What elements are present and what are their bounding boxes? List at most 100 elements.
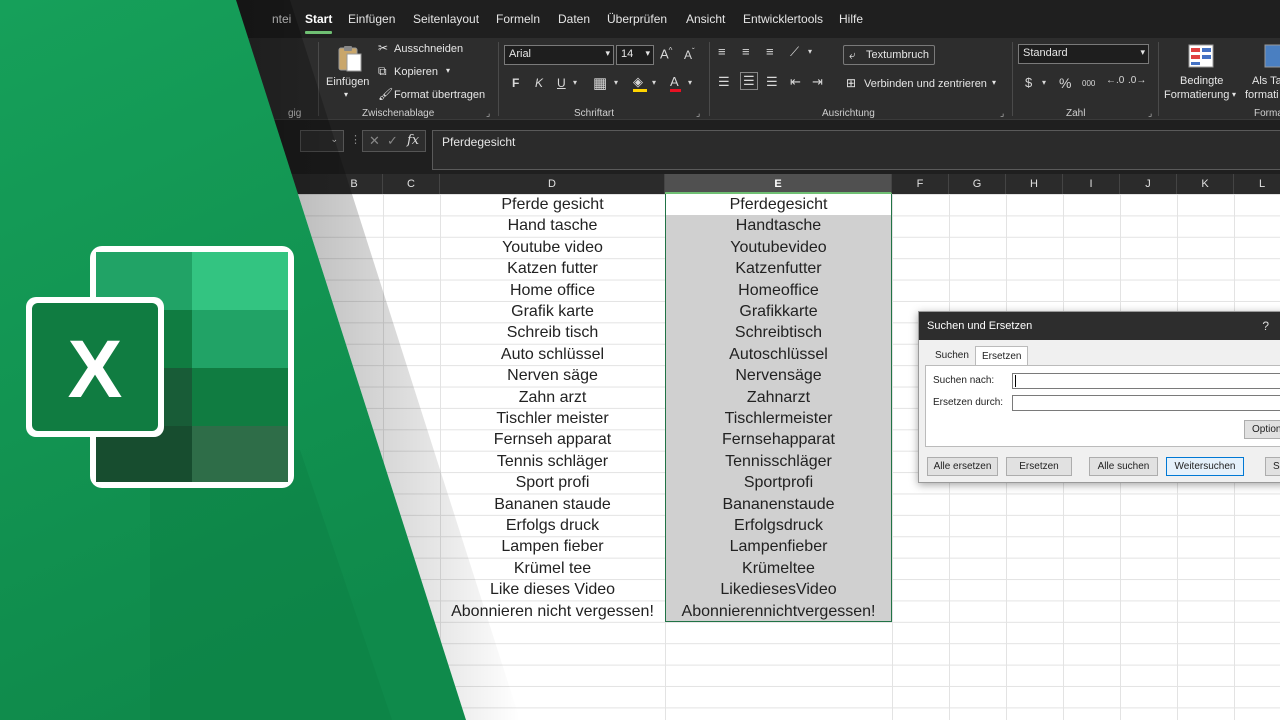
- cell-d[interactable]: Erfolgs druck: [440, 515, 665, 536]
- cell-d[interactable]: Tischler meister: [440, 408, 665, 429]
- increase-font-icon[interactable]: A^: [660, 46, 672, 61]
- tab-hilfe[interactable]: Hilfe: [839, 12, 863, 26]
- format-painter-button[interactable]: 🖌 Format übertragen: [376, 86, 486, 104]
- column-header-g[interactable]: G: [949, 174, 1006, 194]
- chevron-down-icon[interactable]: ▾: [652, 78, 656, 87]
- cell-d[interactable]: Home office: [440, 280, 665, 301]
- replace-all-button[interactable]: Alle ersetzen: [927, 457, 998, 476]
- tab-start[interactable]: Start: [305, 12, 333, 34]
- cell-e[interactable]: Bananenstaude: [666, 494, 891, 515]
- fill-color-icon[interactable]: ◈: [633, 74, 647, 92]
- tab-find[interactable]: Suchen: [929, 346, 975, 366]
- dialog-launcher-icon[interactable]: ⌟: [696, 108, 700, 119]
- column-header-f[interactable]: F: [892, 174, 949, 194]
- cell-e[interactable]: Zahnarzt: [666, 387, 891, 408]
- column-header-e[interactable]: E: [665, 174, 892, 194]
- column-header-l[interactable]: L: [1234, 174, 1280, 194]
- cell-e[interactable]: Autoschlüssel: [666, 344, 891, 365]
- cell-d[interactable]: Like dieses Video: [440, 579, 665, 600]
- column-header-c[interactable]: C: [383, 174, 440, 194]
- cell-e[interactable]: Erfolgsdruck: [666, 515, 891, 536]
- close-button[interactable]: Sc: [1265, 457, 1280, 476]
- italic-button[interactable]: K: [535, 76, 543, 90]
- name-box[interactable]: ⌄: [300, 130, 344, 152]
- decrease-decimal-icon[interactable]: .0→: [1128, 75, 1146, 86]
- indent-increase-icon[interactable]: ⇥: [812, 74, 823, 90]
- tab-daten[interactable]: Daten: [558, 12, 590, 26]
- tab-entwicklertools[interactable]: Entwicklertools: [743, 12, 823, 26]
- font-name-select[interactable]: Arial ▾: [504, 45, 614, 65]
- column-header-j[interactable]: J: [1120, 174, 1177, 194]
- cell-d[interactable]: Fernseh apparat: [440, 429, 665, 450]
- help-button[interactable]: ?: [1262, 319, 1269, 333]
- dialog-launcher-icon[interactable]: ⌟: [486, 108, 490, 119]
- cell-d[interactable]: Katzen futter: [440, 258, 665, 279]
- cell-d[interactable]: Nerven säge: [440, 365, 665, 386]
- cell-d[interactable]: Lampen fieber: [440, 536, 665, 557]
- cell-d[interactable]: Zahn arzt: [440, 387, 665, 408]
- cell-d[interactable]: Pferde gesicht: [440, 194, 665, 215]
- font-size-select[interactable]: 14 ▾: [616, 45, 654, 65]
- cell-d[interactable]: Grafik karte: [440, 301, 665, 322]
- cancel-icon[interactable]: ✕: [369, 133, 380, 149]
- tab-einfuegen[interactable]: Einfügen: [348, 12, 395, 26]
- cell-d[interactable]: Schreib tisch: [440, 322, 665, 343]
- cell-e[interactable]: Katzenfutter: [666, 258, 891, 279]
- column-header-i[interactable]: I: [1063, 174, 1120, 194]
- cell-e[interactable]: LikediesesVideo: [666, 579, 891, 600]
- chevron-down-icon[interactable]: ▾: [614, 78, 618, 87]
- cell-d[interactable]: Bananen staude: [440, 494, 665, 515]
- currency-button[interactable]: $: [1025, 75, 1032, 90]
- cell-d[interactable]: Youtube video: [440, 237, 665, 258]
- cell-d[interactable]: Abonnieren nicht vergessen!: [440, 601, 665, 622]
- cell-e[interactable]: Grafikkarte: [666, 301, 891, 322]
- formula-input[interactable]: Pferdegesicht: [432, 130, 1280, 170]
- align-middle-icon[interactable]: ≡: [742, 44, 750, 59]
- orientation-icon[interactable]: ⟋: [790, 44, 799, 60]
- increase-decimal-icon[interactable]: ←.0: [1106, 75, 1124, 86]
- cell-d[interactable]: Auto schlüssel: [440, 344, 665, 365]
- cell-e[interactable]: Sportprofi: [666, 472, 891, 493]
- align-top-icon[interactable]: ≡: [718, 44, 726, 59]
- find-next-button[interactable]: Weitersuchen: [1166, 457, 1244, 476]
- copy-button[interactable]: ⧉ Kopieren ▾: [376, 63, 466, 81]
- bold-button[interactable]: F: [512, 76, 519, 90]
- cell-e[interactable]: Schreibtisch: [666, 322, 891, 343]
- tab-replace[interactable]: Ersetzen: [975, 346, 1029, 366]
- align-center-icon[interactable]: ☰: [740, 72, 758, 90]
- cell-e[interactable]: Pferdegesicht: [666, 194, 891, 216]
- chevron-down-icon[interactable]: ▾: [808, 47, 812, 56]
- cell-e[interactable]: Nervensäge: [666, 365, 891, 386]
- number-format-select[interactable]: Standard ▾: [1018, 44, 1149, 64]
- cell-e[interactable]: Tennisschläger: [666, 451, 891, 472]
- replace-input[interactable]: [1012, 395, 1280, 411]
- decrease-font-icon[interactable]: Aˇ: [684, 47, 695, 62]
- paste-button[interactable]: Einfügen ▾: [324, 42, 370, 104]
- cell-e[interactable]: Fernsehapparat: [666, 429, 891, 450]
- column-header-k[interactable]: K: [1177, 174, 1234, 194]
- merge-center-button[interactable]: ⊞ Verbinden und zentrieren ▾: [846, 76, 1004, 94]
- cell-d[interactable]: Krümel tee: [440, 558, 665, 579]
- chevron-down-icon[interactable]: ▾: [1042, 78, 1046, 87]
- align-left-icon[interactable]: ☰: [718, 74, 730, 90]
- cell-e[interactable]: Homeoffice: [666, 280, 891, 301]
- tab-ueberpruefen[interactable]: Überprüfen: [607, 12, 667, 26]
- column-header-d[interactable]: D: [440, 174, 665, 194]
- indent-decrease-icon[interactable]: ⇤: [790, 74, 801, 90]
- find-input[interactable]: [1012, 373, 1280, 389]
- column-header-b[interactable]: B: [326, 174, 383, 194]
- cell-e[interactable]: Lampenfieber: [666, 536, 891, 557]
- borders-icon[interactable]: ▦: [593, 74, 607, 92]
- insert-function-icon[interactable]: fx: [407, 133, 419, 148]
- find-all-button[interactable]: Alle suchen: [1089, 457, 1158, 476]
- conditional-formatting-button[interactable]: Bedingte Formatierung ▾: [1162, 42, 1240, 104]
- confirm-icon[interactable]: ✓: [387, 133, 398, 149]
- replace-button[interactable]: Ersetzen: [1006, 457, 1072, 476]
- tab-seitenlayout[interactable]: Seitenlayout: [413, 12, 479, 26]
- format-as-table-button[interactable]: Als Ta formati: [1244, 42, 1280, 104]
- align-right-icon[interactable]: ☰: [766, 74, 778, 90]
- cell-e[interactable]: Abonnierennichtvergessen!: [666, 601, 891, 622]
- tab-formeln[interactable]: Formeln: [496, 12, 540, 26]
- wrap-text-button[interactable]: ⤶ Textumbruch: [843, 45, 935, 65]
- cut-button[interactable]: ✂ Ausschneiden: [376, 40, 466, 58]
